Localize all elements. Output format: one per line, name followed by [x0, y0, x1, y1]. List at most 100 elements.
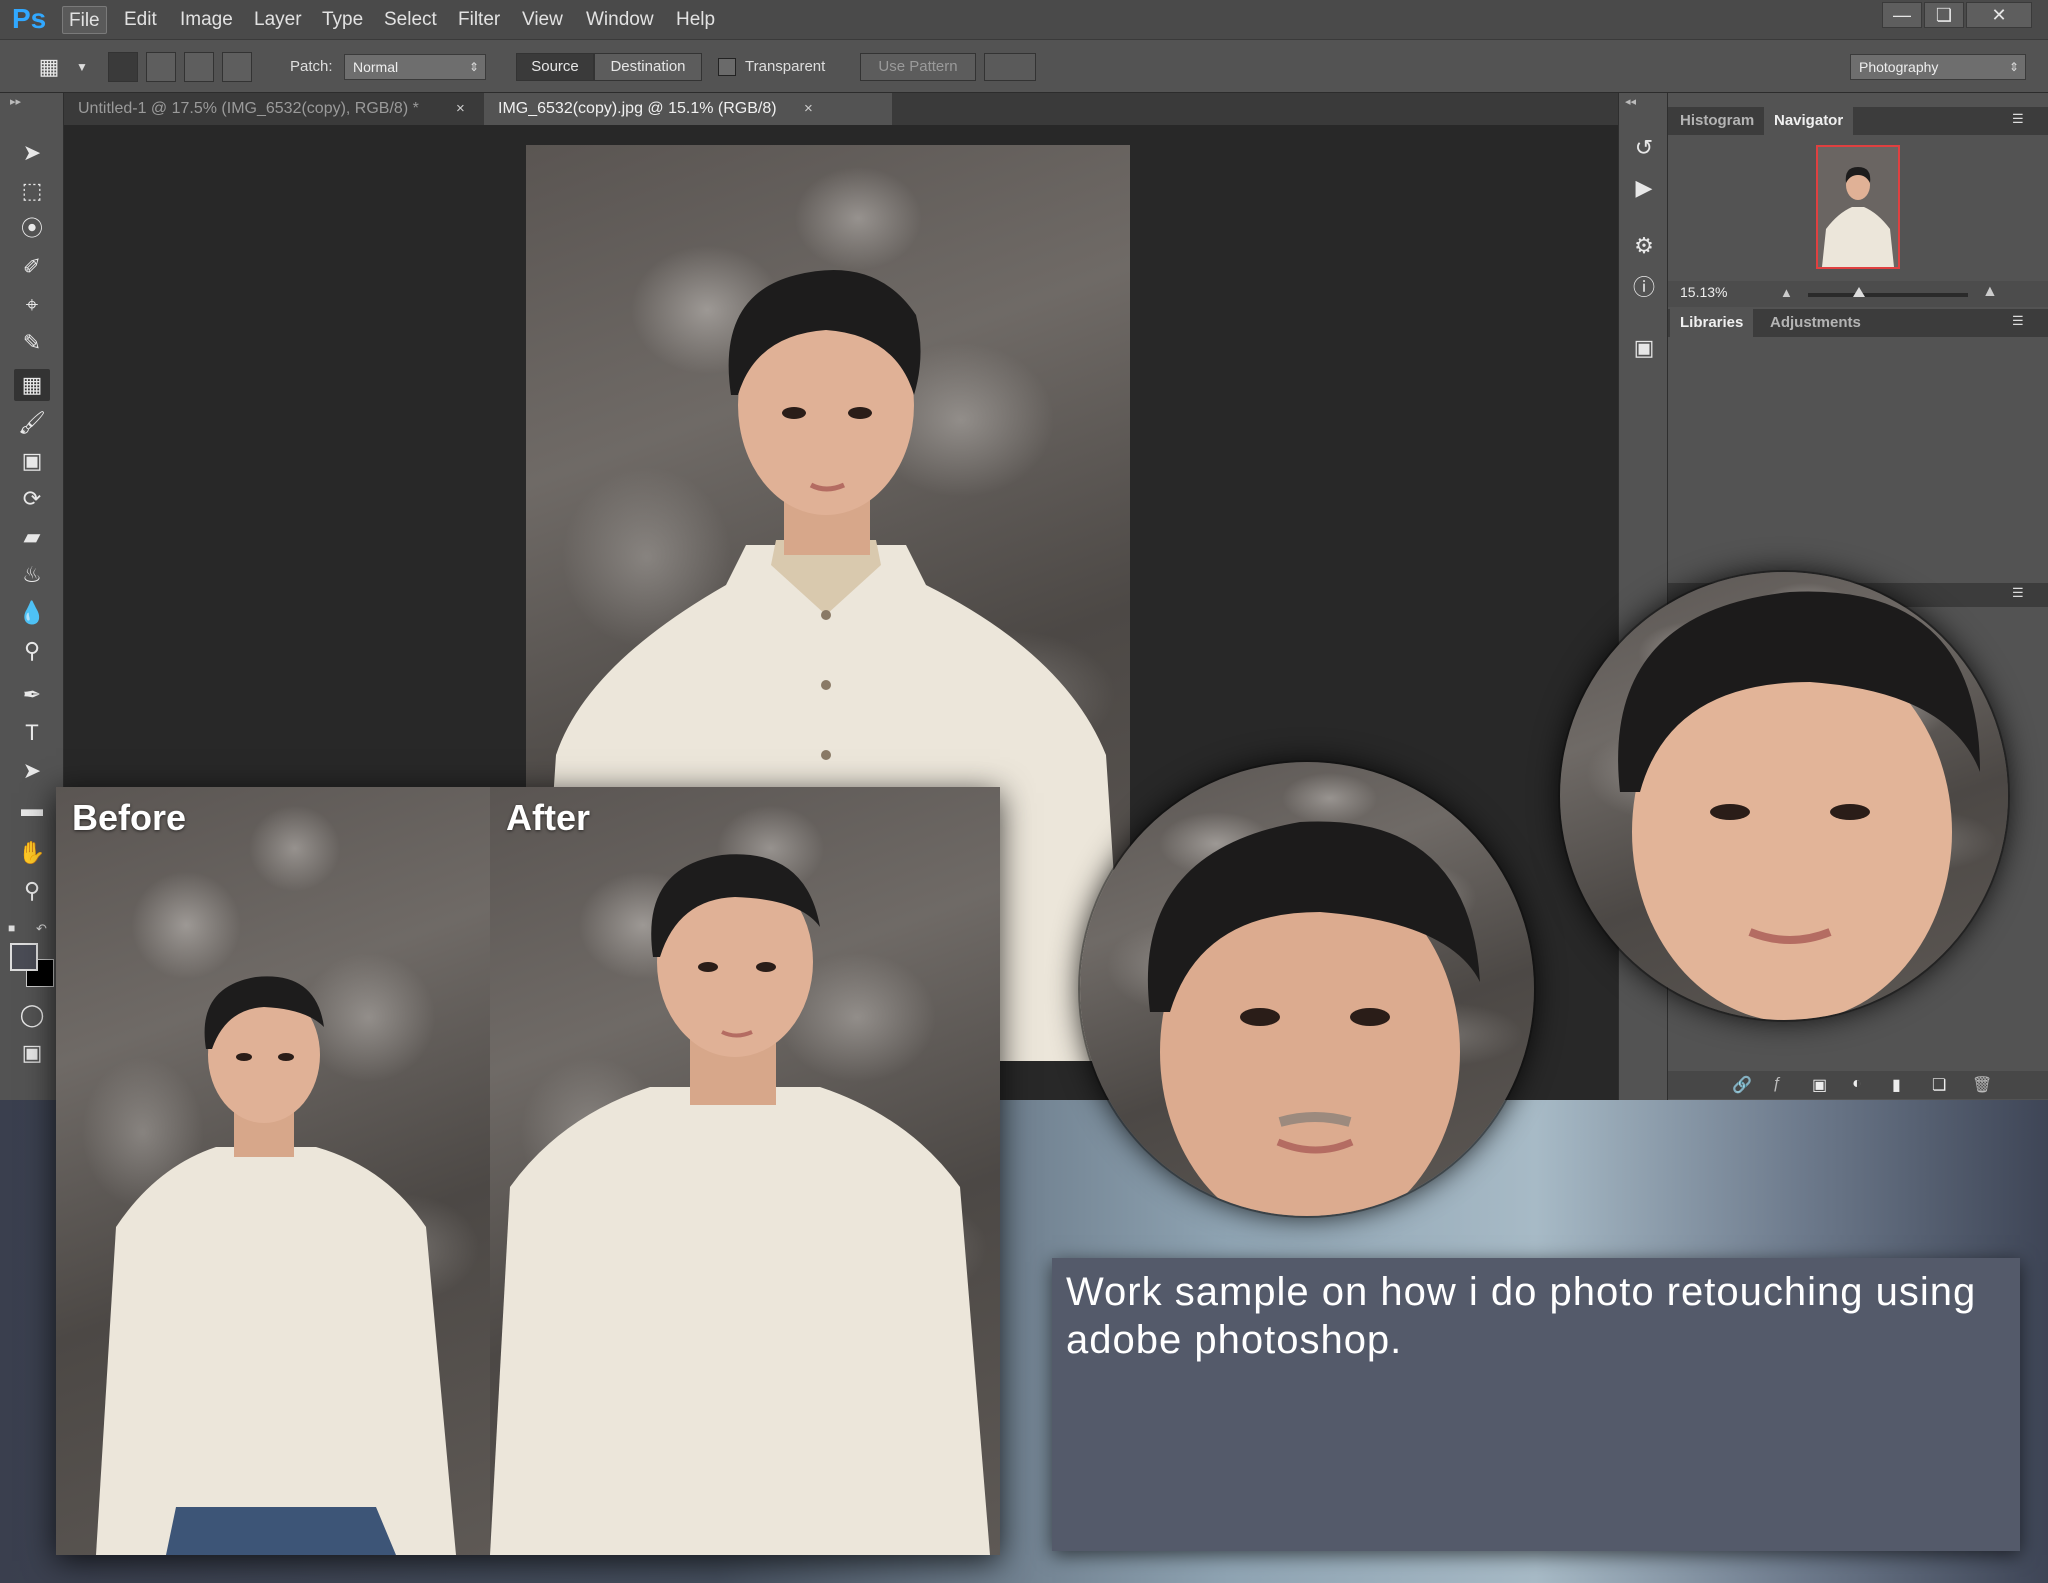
patch-label: Patch:: [290, 58, 333, 75]
before-closeup-circle: [1080, 762, 1534, 1216]
collapse-icon[interactable]: ◂◂: [1625, 95, 1636, 108]
menu-edit[interactable]: Edit: [118, 6, 163, 34]
group-folder-icon[interactable]: ▮: [1892, 1075, 1901, 1095]
zoom-in-icon[interactable]: ▲: [1982, 283, 1998, 301]
libraries-panel-tabs: Libraries Adjustments ☰: [1668, 309, 2048, 337]
panel-menu-icon[interactable]: ☰: [2012, 313, 2024, 329]
tab-libraries[interactable]: Libraries: [1670, 309, 1754, 337]
menu-select[interactable]: Select: [378, 6, 443, 34]
zoom-slider-track[interactable]: [1808, 293, 1968, 297]
menu-window[interactable]: Window: [580, 6, 660, 34]
thumbnail-portrait: [1822, 167, 1894, 267]
properties-icon[interactable]: ⚙: [1627, 229, 1661, 263]
after-closeup-circle: [1560, 572, 2008, 1020]
use-pattern-button[interactable]: Use Pattern: [860, 53, 976, 81]
tab-img-6532[interactable]: IMG_6532(copy).jpg @ 15.1% (RGB/8): [484, 93, 892, 125]
lasso-icon[interactable]: ⦿: [14, 213, 50, 245]
hand-icon[interactable]: ✋: [14, 837, 50, 869]
adjustment-layer-icon[interactable]: ◐: [1852, 1075, 1862, 1093]
path-select-icon[interactable]: ➤: [14, 755, 50, 787]
actions-play-icon[interactable]: ▶: [1627, 171, 1661, 205]
panel-menu-icon[interactable]: ☰: [2012, 585, 2024, 601]
transparent-checkbox[interactable]: [718, 58, 736, 76]
history-icon[interactable]: ↺: [1627, 131, 1661, 165]
after-portrait: [490, 854, 990, 1555]
after-closeup-face: [1618, 591, 1980, 1020]
default-colors-icon[interactable]: ■: [8, 921, 22, 935]
menu-help[interactable]: Help: [670, 6, 721, 34]
navigator-thumbnail[interactable]: [1816, 145, 1900, 269]
collapse-icon[interactable]: ▸▸: [10, 95, 21, 108]
history-brush-icon[interactable]: ⟳: [14, 483, 50, 515]
quick-mask-icon[interactable]: ◯: [14, 999, 50, 1031]
new-selection-icon[interactable]: [108, 52, 138, 82]
type-icon[interactable]: T: [14, 717, 50, 749]
zoom-slider-thumb[interactable]: [1853, 287, 1866, 297]
menu-filter[interactable]: Filter: [452, 6, 506, 34]
rectangle-icon[interactable]: ▬: [14, 793, 50, 825]
pattern-picker[interactable]: [984, 53, 1036, 81]
tab-untitled-1[interactable]: Untitled-1 @ 17.5% (IMG_6532(copy), RGB/…: [64, 93, 482, 125]
dodge-icon[interactable]: ⚲: [14, 635, 50, 667]
marquee-icon[interactable]: ⬚: [14, 175, 50, 207]
tab-navigator[interactable]: Navigator: [1764, 107, 1854, 135]
zoom-value[interactable]: 15.13%: [1680, 284, 1727, 300]
after-closeup-photo: [1560, 572, 2008, 1020]
paint-bucket-icon[interactable]: ♨: [14, 559, 50, 591]
menu-view[interactable]: View: [516, 6, 569, 34]
panel-menu-icon[interactable]: ☰: [2012, 111, 2024, 127]
screen-mode-icon[interactable]: ▣: [14, 1037, 50, 1069]
trash-icon[interactable]: 🗑: [1972, 1075, 1992, 1095]
new-layer-icon[interactable]: ❏: [1932, 1075, 1946, 1095]
patch-tool-preset-icon[interactable]: ▦: [34, 53, 64, 81]
zoom-out-icon[interactable]: ▲: [1780, 285, 1793, 300]
pen-icon[interactable]: ✒: [14, 679, 50, 711]
clone-source-icon[interactable]: ▣: [1627, 331, 1661, 365]
menu-layer[interactable]: Layer: [248, 6, 308, 34]
quick-select-icon[interactable]: ✐: [14, 251, 50, 283]
patch-icon[interactable]: ▦: [14, 369, 50, 401]
eraser-icon[interactable]: ▰: [14, 521, 50, 553]
crop-icon[interactable]: ⌖: [14, 289, 50, 321]
after-photo: After: [490, 787, 1000, 1555]
subtract-selection-icon[interactable]: [184, 52, 214, 82]
caption-text: Work sample on how i do photo retouching…: [1066, 1270, 1977, 1362]
link-layers-icon[interactable]: 🔗: [1732, 1075, 1752, 1095]
swap-colors-icon[interactable]: ↶: [36, 921, 47, 937]
destination-button[interactable]: Destination: [594, 53, 702, 81]
stamp-icon[interactable]: ▣: [14, 445, 50, 477]
workspace-select[interactable]: Photography: [1850, 54, 2026, 80]
blur-icon[interactable]: 💧: [14, 597, 50, 629]
patch-mode-select[interactable]: Normal: [344, 54, 486, 80]
foreground-color-swatch[interactable]: [10, 943, 38, 971]
close-icon[interactable]: ✕: [1966, 2, 2032, 28]
intersect-selection-icon[interactable]: [222, 52, 252, 82]
tab-title: Untitled-1 @ 17.5% (IMG_6532(copy), RGB/…: [78, 100, 419, 117]
tools-panel: ▸▸ ➤ ⬚ ⦿ ✐ ⌖ ✎ ▦ 🖌 ▣ ⟳ ▰ ♨ 💧 ⚲ ✒ T ➤ ▬ ✋…: [0, 93, 64, 1100]
menu-file[interactable]: File: [62, 6, 107, 34]
preset-dropdown-arrow-icon[interactable]: ▼: [76, 53, 88, 81]
mask-icon[interactable]: ▣: [1812, 1075, 1827, 1095]
info-icon[interactable]: ⓘ: [1627, 271, 1661, 305]
minimize-icon[interactable]: —: [1882, 2, 1922, 28]
source-button[interactable]: Source: [516, 53, 594, 81]
add-selection-icon[interactable]: [146, 52, 176, 82]
before-label: Before: [72, 797, 187, 838]
restore-icon[interactable]: ❏: [1924, 2, 1964, 28]
before-closeup-photo: [1080, 762, 1534, 1216]
menu-image[interactable]: Image: [174, 6, 239, 34]
tab-adjustments[interactable]: Adjustments: [1760, 309, 1871, 337]
brush-icon[interactable]: 🖌: [14, 407, 50, 439]
eyedropper-icon[interactable]: ✎: [14, 327, 50, 359]
tab-histogram[interactable]: Histogram: [1670, 107, 1764, 135]
fx-icon[interactable]: ƒ: [1772, 1075, 1781, 1093]
options-bar: ▦ ▼ Patch: Normal Source Destination Tra…: [0, 41, 2048, 93]
zoom-icon[interactable]: ⚲: [14, 875, 50, 907]
menu-type[interactable]: Type: [316, 6, 369, 34]
before-after-comparison: Before After: [56, 787, 1000, 1555]
after-label: After: [506, 797, 591, 838]
caption-box: Work sample on how i do photo retouching…: [1052, 1258, 2020, 1551]
close-icon[interactable]: ×: [804, 100, 813, 117]
move-icon[interactable]: ➤: [14, 137, 50, 169]
close-icon[interactable]: ×: [456, 100, 465, 117]
